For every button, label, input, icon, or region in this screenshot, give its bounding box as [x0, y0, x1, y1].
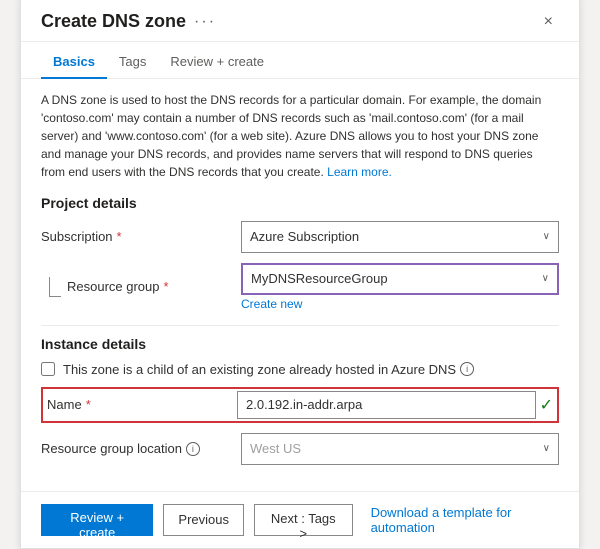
previous-button[interactable]: Previous: [163, 504, 244, 536]
automation-link[interactable]: Download a template for automation: [371, 505, 559, 535]
resource-group-chevron-icon: ∨: [542, 273, 549, 284]
name-label: Name *: [47, 393, 237, 416]
tab-tags[interactable]: Tags: [107, 46, 158, 79]
create-new-link[interactable]: Create new: [241, 297, 559, 311]
subscription-row: Subscription * Azure Subscription ∨: [41, 221, 559, 253]
tab-bar: Basics Tags Review + create: [21, 46, 579, 79]
name-input[interactable]: [237, 391, 536, 419]
panel-footer: Review + create Previous Next : Tags > D…: [21, 491, 579, 548]
project-details-section: Project details Subscription * Azure Sub…: [41, 195, 559, 311]
subscription-label: Subscription *: [41, 229, 241, 244]
close-button[interactable]: ×: [538, 11, 559, 33]
resource-group-select[interactable]: MyDNSResourceGroup ∨: [241, 263, 559, 295]
title-row: Create DNS zone ···: [41, 11, 216, 32]
subscription-required: *: [117, 229, 122, 244]
subscription-select[interactable]: Azure Subscription ∨: [241, 221, 559, 253]
child-zone-label: This zone is a child of an existing zone…: [63, 362, 474, 377]
instance-details-section: Instance details This zone is a child of…: [41, 336, 559, 465]
location-chevron-icon: ∨: [543, 443, 550, 454]
tab-basics[interactable]: Basics: [41, 46, 107, 79]
subscription-control: Azure Subscription ∨: [241, 221, 559, 253]
resource-group-control: MyDNSResourceGroup ∨ Create new: [241, 263, 559, 311]
panel-header: Create DNS zone ··· ×: [21, 0, 579, 42]
section-divider: [41, 325, 559, 326]
project-details-title: Project details: [41, 195, 559, 211]
resource-group-required: *: [164, 279, 169, 294]
review-create-button[interactable]: Review + create: [41, 504, 153, 536]
name-row: Name * ✓: [41, 387, 559, 423]
location-label: Resource group location i: [41, 441, 241, 456]
location-info-icon[interactable]: i: [186, 442, 200, 456]
location-row: Resource group location i West US ∨: [41, 433, 559, 465]
location-select[interactable]: West US ∨: [241, 433, 559, 465]
subscription-chevron-icon: ∨: [543, 231, 550, 242]
resource-group-row: Resource group * MyDNSResourceGroup ∨ Cr…: [41, 263, 559, 311]
create-dns-zone-panel: Create DNS zone ··· × Basics Tags Review…: [20, 0, 580, 549]
instance-details-title: Instance details: [41, 336, 559, 352]
child-zone-info-icon[interactable]: i: [460, 362, 474, 376]
name-required: *: [86, 397, 91, 412]
resource-group-label: Resource group *: [67, 279, 169, 294]
name-valid-icon: ✓: [540, 395, 553, 415]
resource-group-tree: Resource group *: [41, 277, 241, 297]
child-zone-checkbox[interactable]: [41, 362, 55, 376]
panel-more-options[interactable]: ···: [194, 13, 216, 31]
learn-more-link[interactable]: Learn more.: [327, 165, 392, 179]
panel-title: Create DNS zone: [41, 11, 186, 32]
name-input-wrapper: ✓: [237, 391, 553, 419]
panel-body: A DNS zone is used to host the DNS recor…: [21, 79, 579, 491]
child-zone-checkbox-row: This zone is a child of an existing zone…: [41, 362, 559, 377]
description-text: A DNS zone is used to host the DNS recor…: [41, 91, 559, 181]
tree-connector: [49, 277, 61, 297]
next-button[interactable]: Next : Tags >: [254, 504, 353, 536]
tab-review-create[interactable]: Review + create: [158, 46, 276, 79]
